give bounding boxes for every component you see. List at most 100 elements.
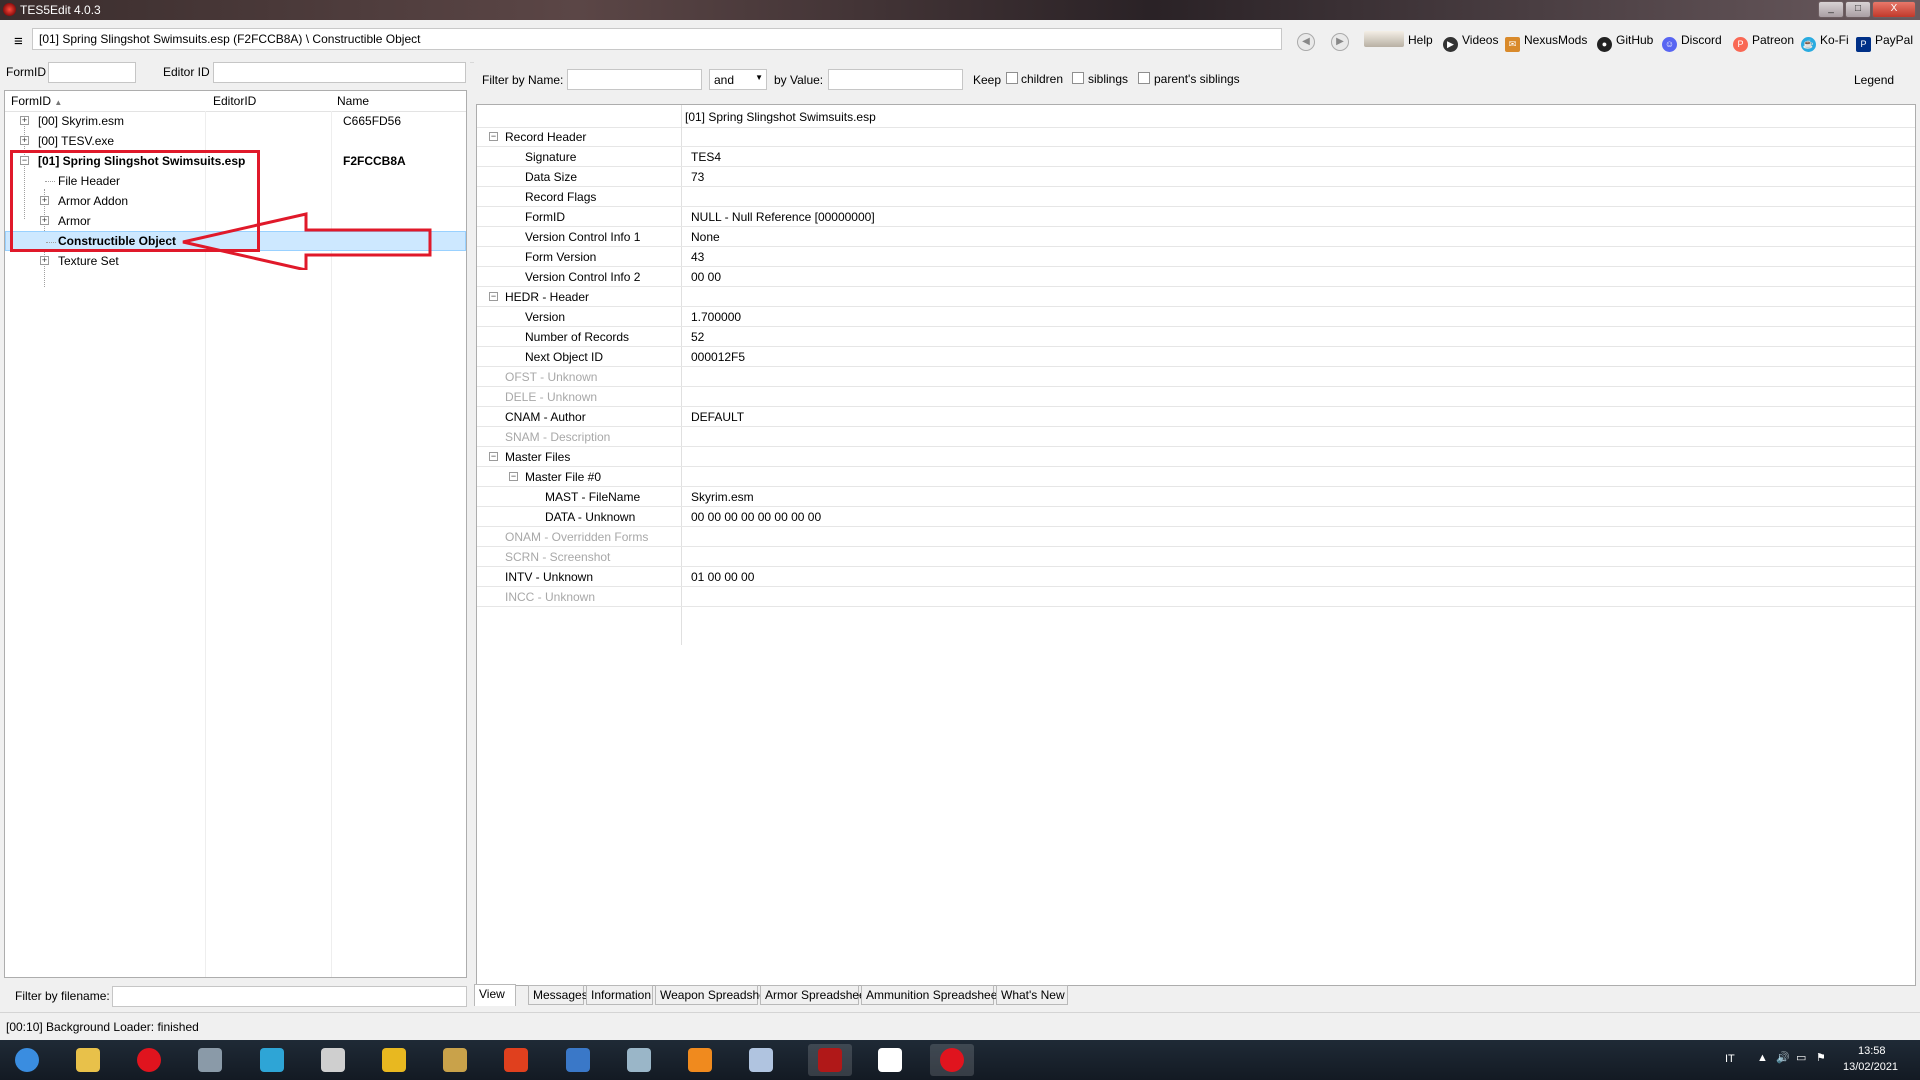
expand-icon[interactable]: +: [40, 256, 49, 265]
volume-icon[interactable]: 🔊: [1776, 1051, 1790, 1064]
close-button[interactable]: X: [1872, 1, 1916, 18]
taskbar-app-button[interactable]: [433, 1044, 477, 1076]
tray-expand-icon[interactable]: ▲: [1757, 1052, 1768, 1064]
taskbar-app-button[interactable]: [250, 1044, 294, 1076]
forward-arrow-icon[interactable]: ▶: [1331, 33, 1349, 51]
taskbar-app-button[interactable]: [372, 1044, 416, 1076]
taskbar-app-button[interactable]: [617, 1044, 661, 1076]
record-field-row[interactable]: Record Flags: [477, 187, 1915, 207]
record-field-row[interactable]: − Record Header: [477, 127, 1915, 147]
record-field-row[interactable]: Data Size 73: [477, 167, 1915, 187]
clock-date[interactable]: 13/02/2021: [1843, 1061, 1898, 1073]
tree-item-tesv-exe[interactable]: + [00] TESV.exe: [5, 131, 466, 151]
field-value[interactable]: TES4: [691, 150, 721, 164]
taskbar-app-button[interactable]: [5, 1044, 49, 1076]
record-field-row[interactable]: Version Control Info 1 None: [477, 227, 1915, 247]
record-field-row[interactable]: DATA - Unknown 00 00 00 00 00 00 00 00: [477, 507, 1915, 527]
taskbar-app-button[interactable]: [678, 1044, 722, 1076]
field-value[interactable]: 1.700000: [691, 310, 741, 324]
record-field-row[interactable]: − Master File #0: [477, 467, 1915, 487]
record-field-row[interactable]: Signature TES4: [477, 147, 1915, 167]
editorid-input[interactable]: [213, 62, 466, 83]
collapse-icon[interactable]: −: [509, 472, 518, 481]
tab-messages[interactable]: Messages: [528, 985, 588, 1005]
parents-siblings-checkbox[interactable]: [1138, 72, 1150, 84]
record-field-row[interactable]: SCRN - Screenshot: [477, 547, 1915, 567]
taskbar-app-button[interactable]: [868, 1044, 912, 1076]
record-field-row[interactable]: OFST - Unknown: [477, 367, 1915, 387]
legend-button[interactable]: Legend: [1854, 73, 1894, 87]
clock-time[interactable]: 13:58: [1858, 1045, 1886, 1057]
taskbar-app-button[interactable]: [556, 1044, 600, 1076]
column-editorid[interactable]: EditorID: [213, 94, 256, 108]
record-path-field[interactable]: [01] Spring Slingshot Swimsuits.esp (F2F…: [32, 28, 1282, 50]
record-field-row[interactable]: CNAM - Author DEFAULT: [477, 407, 1915, 427]
record-detail-tree[interactable]: [01] Spring Slingshot Swimsuits.esp − Rec…: [476, 104, 1916, 986]
tree-item-skyrim-esm[interactable]: + [00] Skyrim.esm C665FD56: [5, 111, 466, 131]
discord-link[interactable]: ☺ Discord: [1662, 33, 1722, 52]
collapse-icon[interactable]: −: [489, 292, 498, 301]
field-value[interactable]: Skyrim.esm: [691, 490, 754, 504]
column-name[interactable]: Name: [337, 94, 369, 108]
action-center-flag-icon[interactable]: ⚑: [1816, 1051, 1826, 1064]
taskbar-app-button[interactable]: [808, 1044, 852, 1076]
filter-name-input[interactable]: [567, 69, 702, 90]
menu-icon[interactable]: ≡: [14, 33, 23, 50]
record-field-row[interactable]: Number of Records 52: [477, 327, 1915, 347]
language-indicator[interactable]: IT: [1725, 1053, 1735, 1065]
minimize-button[interactable]: _: [1818, 1, 1844, 18]
siblings-checkbox[interactable]: [1072, 72, 1084, 84]
back-arrow-icon[interactable]: ◀: [1297, 33, 1315, 51]
record-field-row[interactable]: − Master Files: [477, 447, 1915, 467]
patreon-link[interactable]: P Patreon: [1733, 33, 1794, 52]
field-value[interactable]: 73: [691, 170, 704, 184]
record-field-row[interactable]: FormID NULL - Null Reference [00000000]: [477, 207, 1915, 227]
github-link[interactable]: ● GitHub: [1597, 33, 1653, 52]
record-field-row[interactable]: INCC - Unknown: [477, 587, 1915, 607]
file-column-title[interactable]: [01] Spring Slingshot Swimsuits.esp: [685, 110, 876, 124]
field-value[interactable]: NULL - Null Reference [00000000]: [691, 210, 875, 224]
taskbar-app-button[interactable]: [494, 1044, 538, 1076]
record-field-row[interactable]: INTV - Unknown 01 00 00 00: [477, 567, 1915, 587]
collapse-icon[interactable]: −: [489, 132, 498, 141]
collapse-icon[interactable]: −: [489, 452, 498, 461]
record-field-row[interactable]: Next Object ID 000012F5: [477, 347, 1915, 367]
tab-information[interactable]: Information: [586, 985, 653, 1005]
field-value[interactable]: 52: [691, 330, 704, 344]
filter-value-input[interactable]: [828, 69, 963, 90]
record-field-row[interactable]: Version 1.700000: [477, 307, 1915, 327]
taskbar-app-button[interactable]: [188, 1044, 232, 1076]
record-field-row[interactable]: Form Version 43: [477, 247, 1915, 267]
taskbar-app-button[interactable]: [311, 1044, 355, 1076]
column-formid[interactable]: FormID ▲: [11, 94, 62, 108]
taskbar-app-button[interactable]: [739, 1044, 783, 1076]
help-link[interactable]: Help: [1364, 31, 1433, 47]
tab-armor-spreadsheet[interactable]: Armor Spreadsheet: [760, 985, 869, 1005]
tab-whats-new[interactable]: What's New: [996, 985, 1068, 1005]
tab-ammunition-spreadsheet[interactable]: Ammunition Spreadsheet: [861, 985, 1001, 1005]
field-value[interactable]: 00 00 00 00 00 00 00 00: [691, 510, 821, 524]
field-value[interactable]: DEFAULT: [691, 410, 744, 424]
expand-icon[interactable]: +: [20, 136, 29, 145]
field-value[interactable]: 00 00: [691, 270, 721, 284]
kofi-link[interactable]: ☕ Ko-Fi: [1801, 33, 1849, 52]
record-field-row[interactable]: Version Control Info 2 00 00: [477, 267, 1915, 287]
network-icon[interactable]: ▭: [1796, 1051, 1806, 1064]
filter-operator-select[interactable]: and ▼: [709, 69, 767, 90]
record-field-row[interactable]: − HEDR - Header: [477, 287, 1915, 307]
record-field-row[interactable]: SNAM - Description: [477, 427, 1915, 447]
field-value[interactable]: 000012F5: [691, 350, 745, 364]
field-value[interactable]: 01 00 00 00: [691, 570, 754, 584]
videos-link[interactable]: ▶ Videos: [1443, 33, 1498, 52]
record-field-row[interactable]: DELE - Unknown: [477, 387, 1915, 407]
maximize-button[interactable]: □: [1845, 1, 1871, 18]
field-value[interactable]: 43: [691, 250, 704, 264]
record-field-row[interactable]: ONAM - Overridden Forms: [477, 527, 1915, 547]
paypal-link[interactable]: P PayPal: [1856, 33, 1913, 52]
record-field-row[interactable]: MAST - FileName Skyrim.esm: [477, 487, 1915, 507]
field-value[interactable]: None: [691, 230, 720, 244]
formid-input[interactable]: [48, 62, 136, 83]
taskbar-app-button[interactable]: [66, 1044, 110, 1076]
filter-filename-input[interactable]: [112, 986, 467, 1007]
tab-weapon-spreadsheet[interactable]: Weapon Spreadsheet: [655, 985, 776, 1005]
